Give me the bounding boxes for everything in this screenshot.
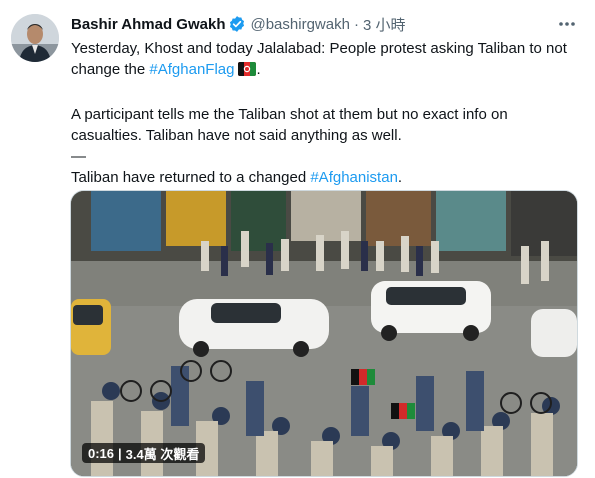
video-player[interactable]: [70, 190, 578, 477]
tweet-text: Yesterday, Khost and today Jalalabad: Pe…: [71, 38, 581, 188]
tweet-line1-text: Yesterday, Khost and today Jalalabad: Pe…: [71, 40, 567, 78]
tweet-card[interactable]: Bashir Ahmad Gwakh @bashirgwakh · 3 小時 Y…: [0, 0, 595, 478]
avatar[interactable]: [11, 14, 59, 62]
tweet-paragraph-2: A participant tells me the Taliban shot …: [71, 106, 508, 144]
tweet-header: Bashir Ahmad Gwakh @bashirgwakh · 3 小時: [71, 14, 405, 34]
tweet-paragraph-1: Yesterday, Khost and today Jalalabad: Pe…: [71, 38, 581, 83]
verified-badge-icon: [228, 15, 246, 33]
tweet-paragraph-3: Taliban have returned to a changed #Afgh…: [71, 167, 581, 188]
tweet-timestamp[interactable]: 3 小時: [363, 14, 406, 35]
video-views: 3.4萬 次觀看: [125, 446, 200, 462]
hashtag-afghanistan-link[interactable]: #Afghanistan: [310, 169, 398, 186]
hashtag-afghanflag-link[interactable]: #AfghanFlag: [149, 61, 234, 78]
author-handle[interactable]: @bashirgwakh: [250, 16, 349, 33]
badge-separator: |: [118, 445, 122, 461]
tweet-line3-text: Taliban have returned to a changed: [71, 169, 311, 186]
more-options-icon[interactable]: [556, 14, 578, 34]
tweet-line1-end: .: [256, 61, 261, 78]
video-duration: 0:16: [88, 445, 115, 461]
video-thumbnail: [71, 191, 577, 476]
afghanistan-flag-emoji-icon: [238, 61, 257, 83]
video-stats-badge: 0:16 | 3.4萬 次觀看: [82, 443, 206, 463]
author-name[interactable]: Bashir Ahmad Gwakh: [71, 16, 225, 33]
tweet-line3-end: .: [397, 169, 403, 186]
tweet-divider: —: [71, 148, 86, 165]
header-separator: ·: [353, 15, 359, 33]
